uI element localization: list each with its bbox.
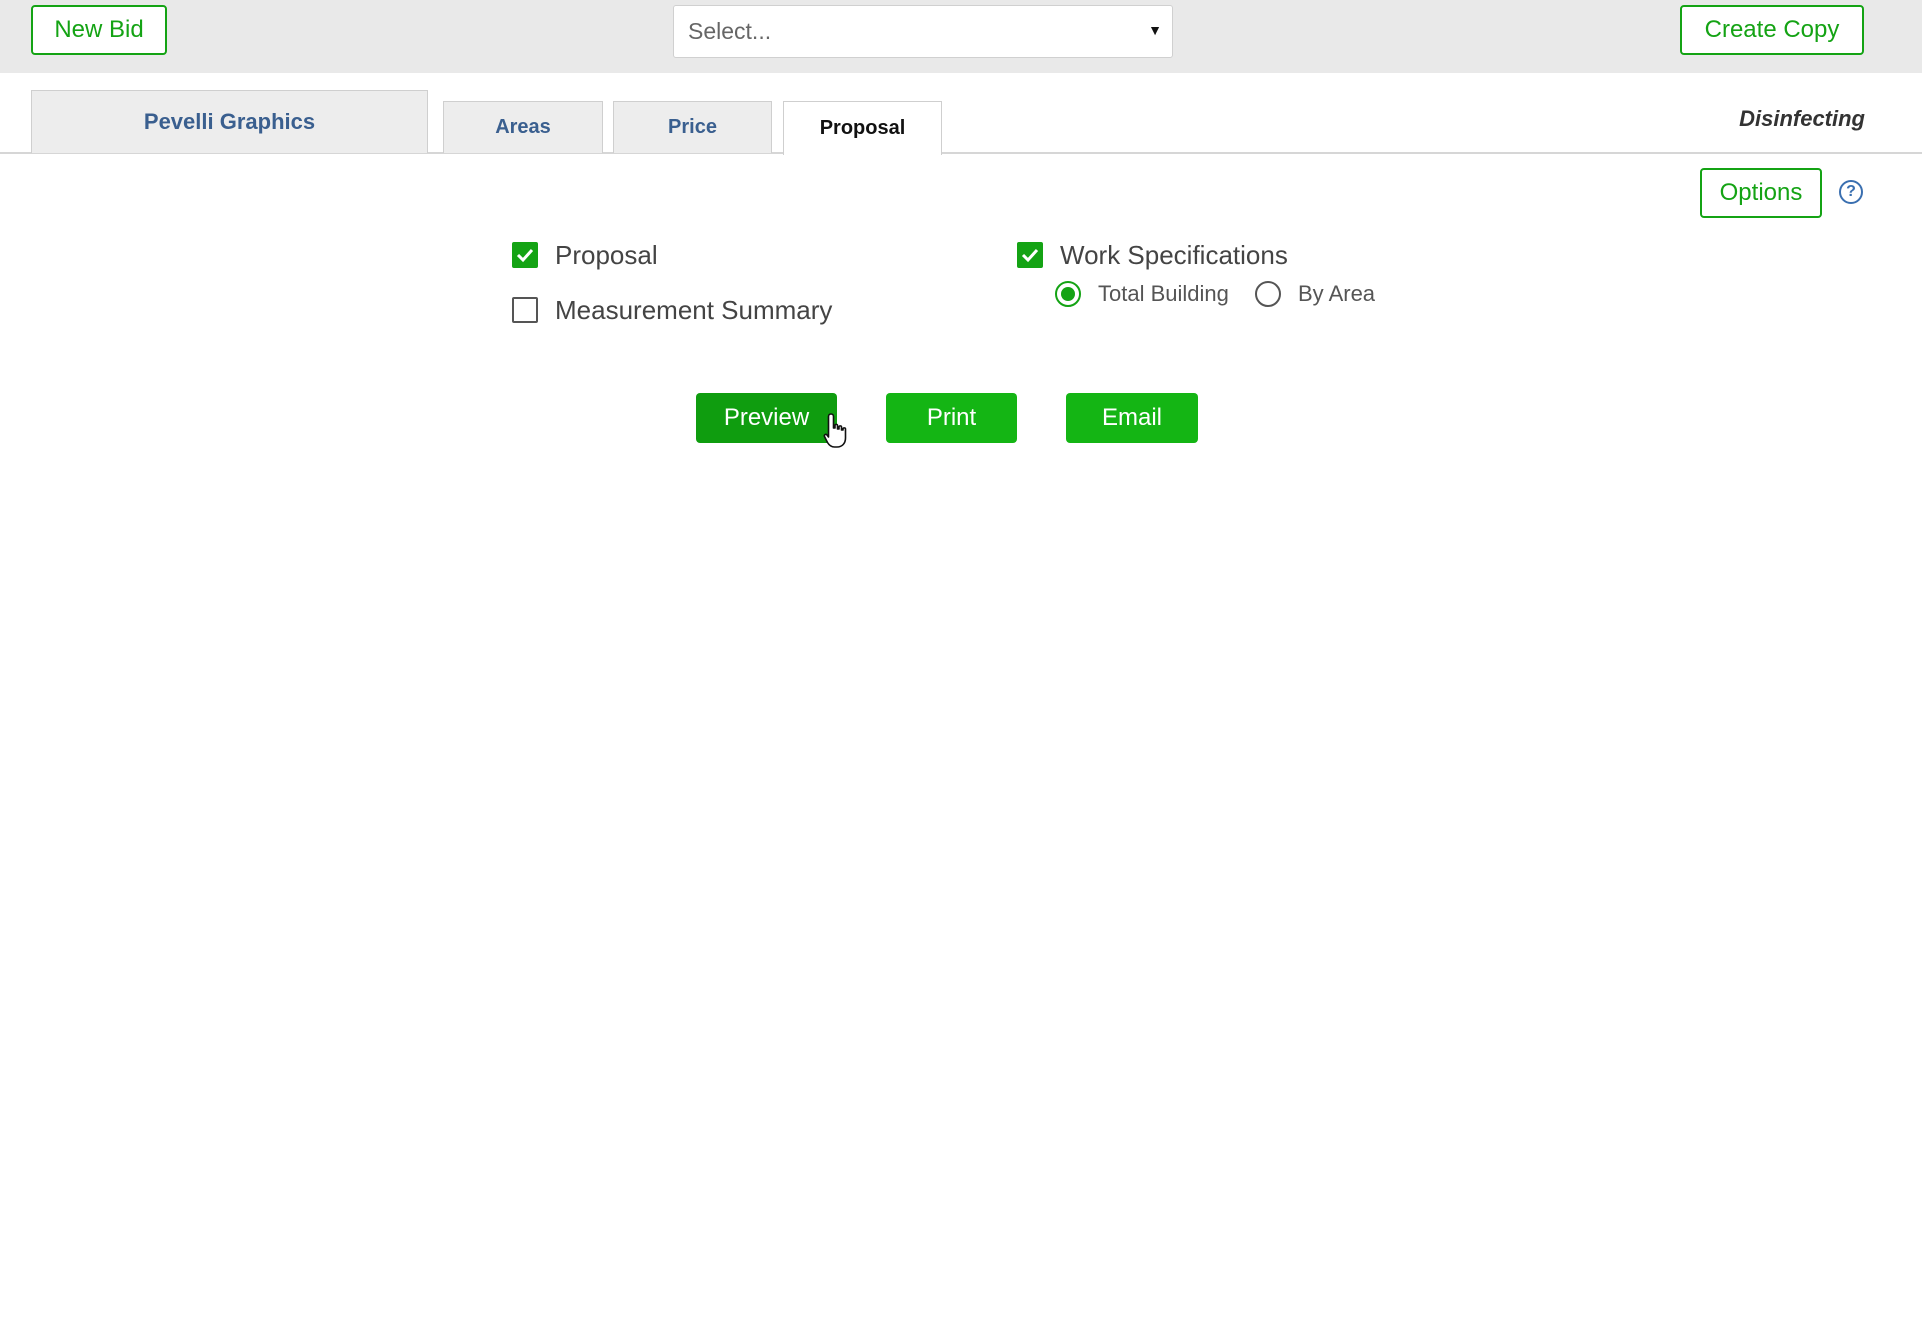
new-bid-button[interactable]: New Bid [31,5,167,55]
check-icon [1021,248,1039,263]
help-icon[interactable]: ? [1839,180,1863,204]
work-specifications-checkbox[interactable] [1017,242,1043,268]
radio-total-building[interactable] [1055,281,1081,307]
work-specifications-checkbox-label: Work Specifications [1060,240,1288,270]
radio-by-area[interactable] [1255,281,1281,307]
measurement-summary-checkbox[interactable] [512,297,538,323]
options-button[interactable]: Options [1700,168,1822,218]
caret-down-icon: ▼ [1148,22,1162,38]
radio-by-area-label: By Area [1298,281,1376,306]
email-button[interactable]: Email [1066,393,1198,443]
tab-areas[interactable]: Areas [443,101,603,153]
top-toolbar: New Bid Select... ▼ Create Copy [0,0,1922,73]
service-type-label: Disinfecting [1739,106,1865,131]
measurement-summary-checkbox-label: Measurement Summary [555,295,833,325]
tab-company[interactable]: Pevelli Graphics [31,90,428,153]
tab-price[interactable]: Price [613,101,772,153]
tab-proposal[interactable]: Proposal [783,101,942,155]
check-icon [516,248,534,263]
proposal-checkbox[interactable] [512,242,538,268]
bid-select-dropdown[interactable]: Select... ▼ [673,5,1173,58]
print-button[interactable]: Print [886,393,1017,443]
proposal-checkbox-label: Proposal [555,240,658,270]
create-copy-button[interactable]: Create Copy [1680,5,1864,55]
select-placeholder: Select... [688,18,772,44]
preview-button[interactable]: Preview [696,393,837,443]
radio-total-building-label: Total Building [1098,281,1229,306]
